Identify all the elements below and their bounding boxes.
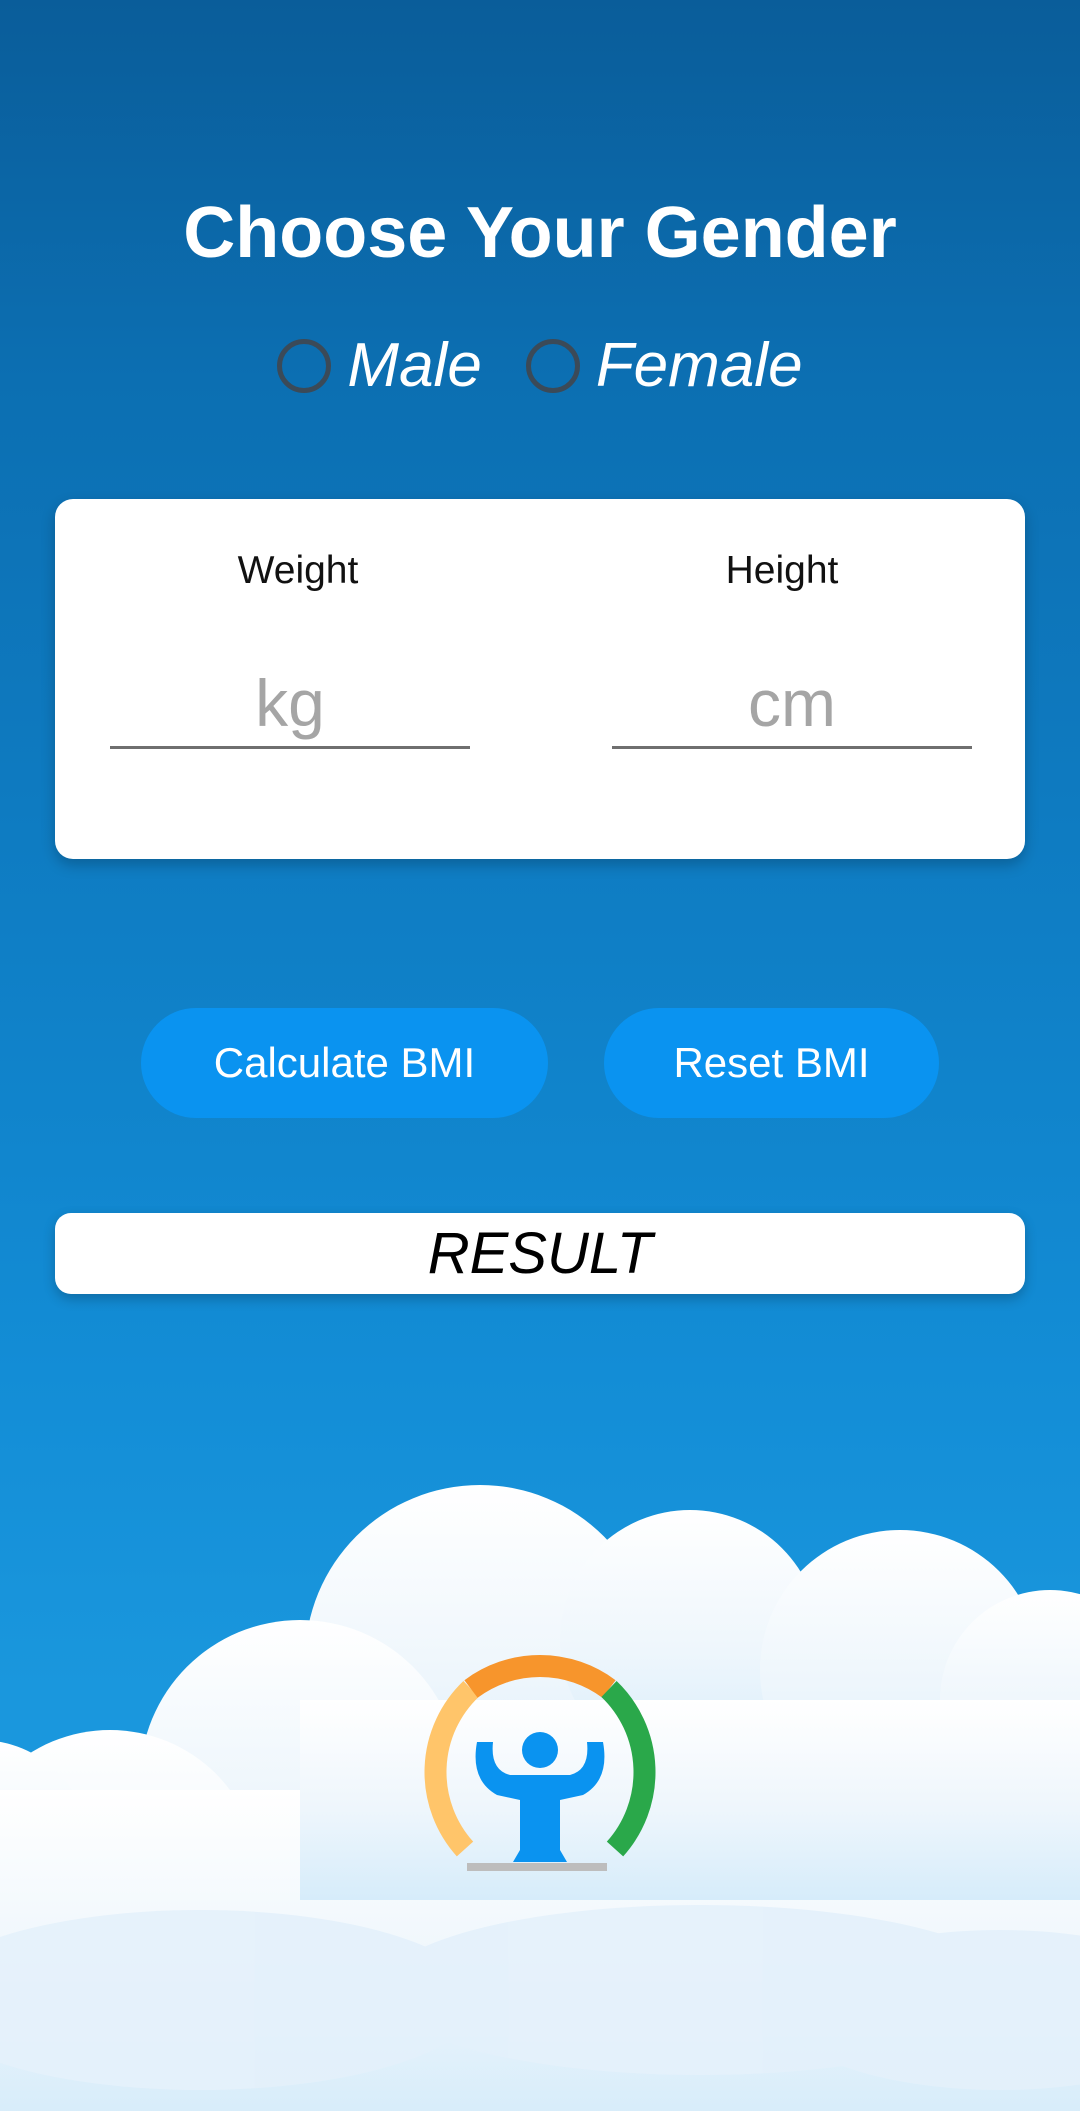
radio-option-male[interactable]: Male [277,330,482,401]
calculate-bmi-button[interactable]: Calculate BMI [141,1008,548,1118]
result-box: RESULT [55,1213,1025,1294]
result-text: RESULT [427,1221,653,1286]
measurements-card: Weight Height [55,499,1025,859]
radio-option-female[interactable]: Female [525,330,803,401]
height-label: Height [725,549,839,592]
reset-bmi-button[interactable]: Reset BMI [604,1008,939,1118]
page-title: Choose Your Gender [183,193,897,273]
weight-label: Weight [237,549,359,592]
height-input[interactable] [612,659,972,749]
radio-button-male[interactable] [277,338,332,393]
gender-radio-group: Male Female [0,330,1080,401]
bmi-gauge-person-icon [424,1655,656,1871]
radio-label-male[interactable]: Male [347,330,481,401]
radio-label-female[interactable]: Female [596,330,803,401]
weight-input[interactable] [110,659,470,749]
radio-button-female[interactable] [525,338,580,393]
